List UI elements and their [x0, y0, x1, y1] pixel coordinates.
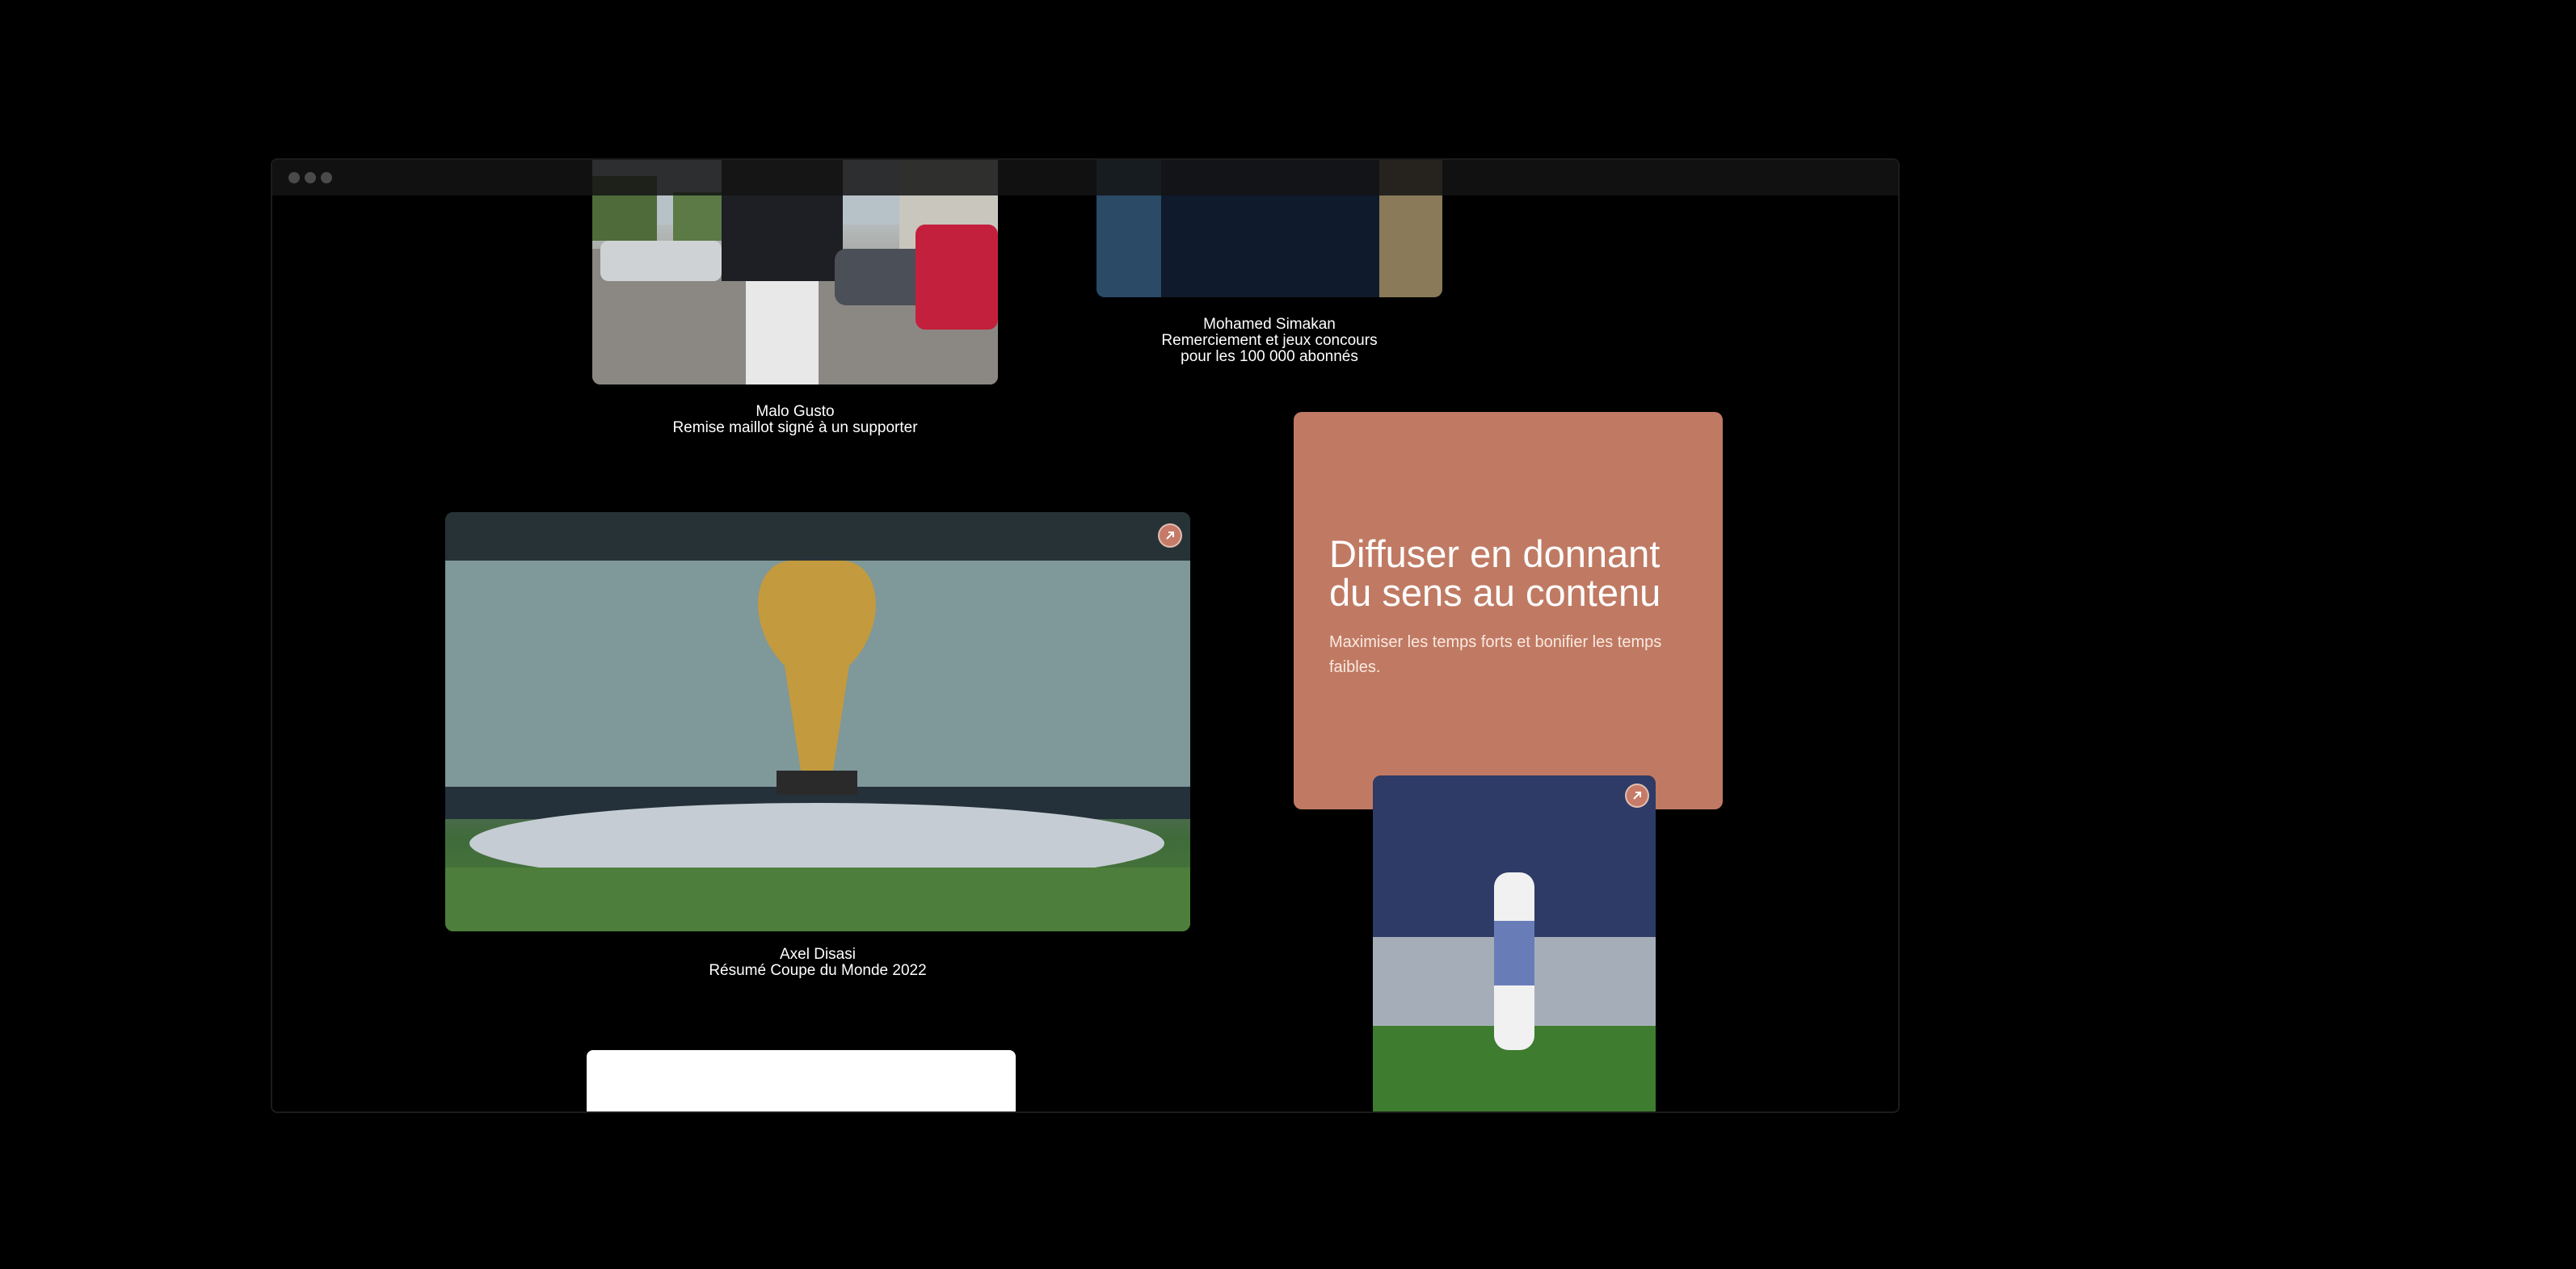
promo-title: Diffuser en donnant du sens au contenu [1329, 532, 1661, 614]
simakan-caption: Mohamed Simakan Remerciement et jeux con… [1096, 317, 1442, 365]
item-subtitle: Résumé Coupe du Monde 2022 [709, 962, 927, 979]
window-titlebar [272, 160, 1898, 195]
promo-card: Diffuser en donnant du sens au contenu M… [1294, 412, 1723, 809]
promo-text: Maximiser les temps forts et bonifier le… [1329, 633, 1662, 676]
white-card[interactable] [587, 1050, 1016, 1111]
arrow-up-right-icon[interactable] [1625, 784, 1649, 808]
player-name: Mohamed Simakan [1203, 316, 1336, 333]
window-dot-icon[interactable] [288, 172, 300, 183]
arrow-up-right-icon[interactable] [1158, 523, 1182, 548]
window-dot-icon[interactable] [305, 172, 316, 183]
player-name: Axel Disasi [780, 946, 856, 963]
world-cup-image[interactable] [445, 512, 1190, 931]
item-subtitle-line2: pour les 100 000 abonnés [1181, 348, 1358, 365]
world-cup-caption: Axel Disasi Résumé Coupe du Monde 2022 [445, 947, 1190, 979]
player-image[interactable] [1373, 775, 1656, 1111]
window-dot-icon[interactable] [321, 172, 332, 183]
item-subtitle: Remise maillot signé à un supporter [672, 419, 918, 436]
browser-window: Malo Gusto Remise maillot signé à un sup… [271, 158, 1900, 1113]
photo-illustration [1373, 775, 1656, 1111]
photo-illustration [445, 512, 1190, 931]
player-name: Malo Gusto [756, 403, 835, 420]
malo-gusto-caption: Malo Gusto Remise maillot signé à un sup… [592, 404, 998, 436]
item-subtitle-line1: Remerciement et jeux concours [1161, 332, 1378, 349]
page: Malo Gusto Remise maillot signé à un sup… [0, 0, 2576, 1269]
